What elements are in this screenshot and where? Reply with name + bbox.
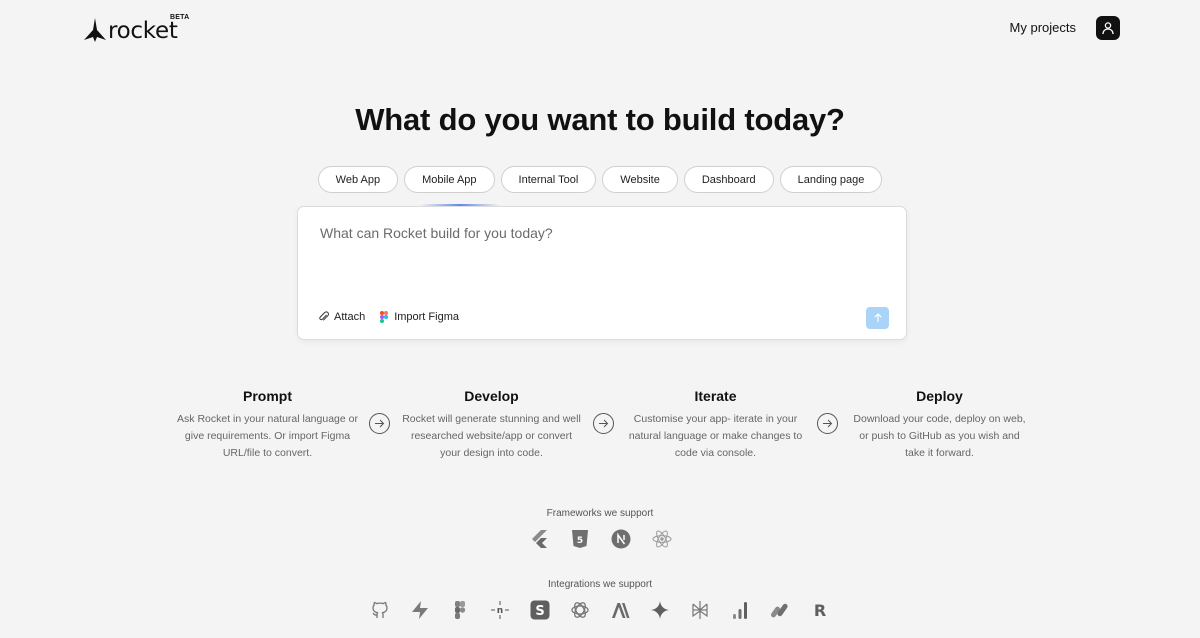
step-title: Develop (464, 388, 519, 404)
svg-text:n: n (497, 606, 503, 616)
perplexity-icon (690, 599, 711, 620)
svg-text:S: S (535, 604, 544, 619)
nextjs-icon (610, 528, 631, 549)
import-figma-button[interactable]: Import Figma (379, 311, 459, 323)
github-icon (370, 599, 391, 620)
chip-mobile-app[interactable]: Mobile App (404, 166, 495, 193)
arrow-right-icon (369, 413, 390, 434)
my-projects-link[interactable]: My projects (1010, 20, 1076, 35)
step-prompt: Prompt Ask Rocket in your natural langua… (176, 388, 359, 462)
openai-icon (570, 599, 591, 620)
step-deploy: Deploy Download your code, deploy on web… (848, 388, 1031, 462)
chip-website[interactable]: Website (602, 166, 678, 193)
prompt-actions: Attach Import Figma (319, 311, 459, 323)
figma-icon (380, 311, 389, 323)
netlify-icon: n (490, 599, 511, 620)
flutter-icon (528, 528, 549, 549)
svg-text:5: 5 (576, 536, 582, 546)
user-avatar-button[interactable] (1096, 16, 1120, 40)
arrow-up-icon (873, 313, 882, 322)
razorpay-icon: R (810, 599, 831, 620)
send-button[interactable] (866, 307, 889, 329)
beta-badge: BETA (170, 14, 190, 21)
import-figma-label: Import Figma (394, 311, 459, 323)
chip-dashboard[interactable]: Dashboard (683, 166, 774, 193)
prompt-box: Attach Import Figma (297, 206, 907, 340)
chip-web-app[interactable]: Web App (317, 166, 399, 193)
analytics-icon (730, 599, 751, 620)
how-it-works-steps: Prompt Ask Rocket in your natural langua… (176, 388, 1031, 462)
integrations-label: Integrations we support (548, 579, 652, 590)
step-iterate: Iterate Customise your app- iterate in y… (624, 388, 807, 462)
page-title: What do you want to build today? (355, 102, 845, 137)
gemini-icon (650, 599, 671, 620)
react-icon (651, 528, 672, 549)
integrations-icons: n S R (0, 599, 1200, 620)
arrow-right-icon (593, 413, 614, 434)
paperclip-icon (319, 311, 329, 321)
rocket-logo[interactable]: rocket BETA (84, 14, 189, 44)
step-description: Rocket will generate stunning and well r… (402, 413, 581, 459)
project-type-chips: Web App Mobile App Internal Tool Website… (0, 166, 1200, 193)
user-icon (1102, 22, 1114, 35)
attach-button[interactable]: Attach (319, 311, 365, 323)
figma-icon (450, 599, 471, 620)
step-description: Download your code, deploy on web, or pu… (853, 413, 1026, 459)
arrow-right-icon (817, 413, 838, 434)
step-develop: Develop Rocket will generate stunning an… (400, 388, 583, 462)
chip-internal-tool[interactable]: Internal Tool (500, 166, 597, 193)
stripe-icon: S (530, 599, 551, 620)
step-description: Ask Rocket in your natural language or g… (177, 413, 358, 459)
supabase-icon (410, 599, 431, 620)
resend-icon (770, 599, 791, 620)
html5-icon: 5 (569, 528, 590, 549)
prompt-input[interactable] (320, 225, 880, 285)
step-title: Prompt (243, 388, 292, 404)
step-title: Iterate (694, 388, 737, 404)
frameworks-label: Frameworks we support (546, 508, 654, 519)
logo-text: rocket (108, 18, 178, 44)
step-title: Deploy (916, 388, 963, 404)
svg-text:R: R (814, 601, 826, 620)
anthropic-icon (610, 599, 631, 620)
chip-landing-page[interactable]: Landing page (779, 166, 883, 193)
step-description: Customise your app- iterate in your natu… (628, 413, 803, 459)
attach-label: Attach (334, 311, 366, 323)
rocket-logo-icon (84, 18, 106, 42)
frameworks-icons: 5 (0, 528, 1200, 549)
